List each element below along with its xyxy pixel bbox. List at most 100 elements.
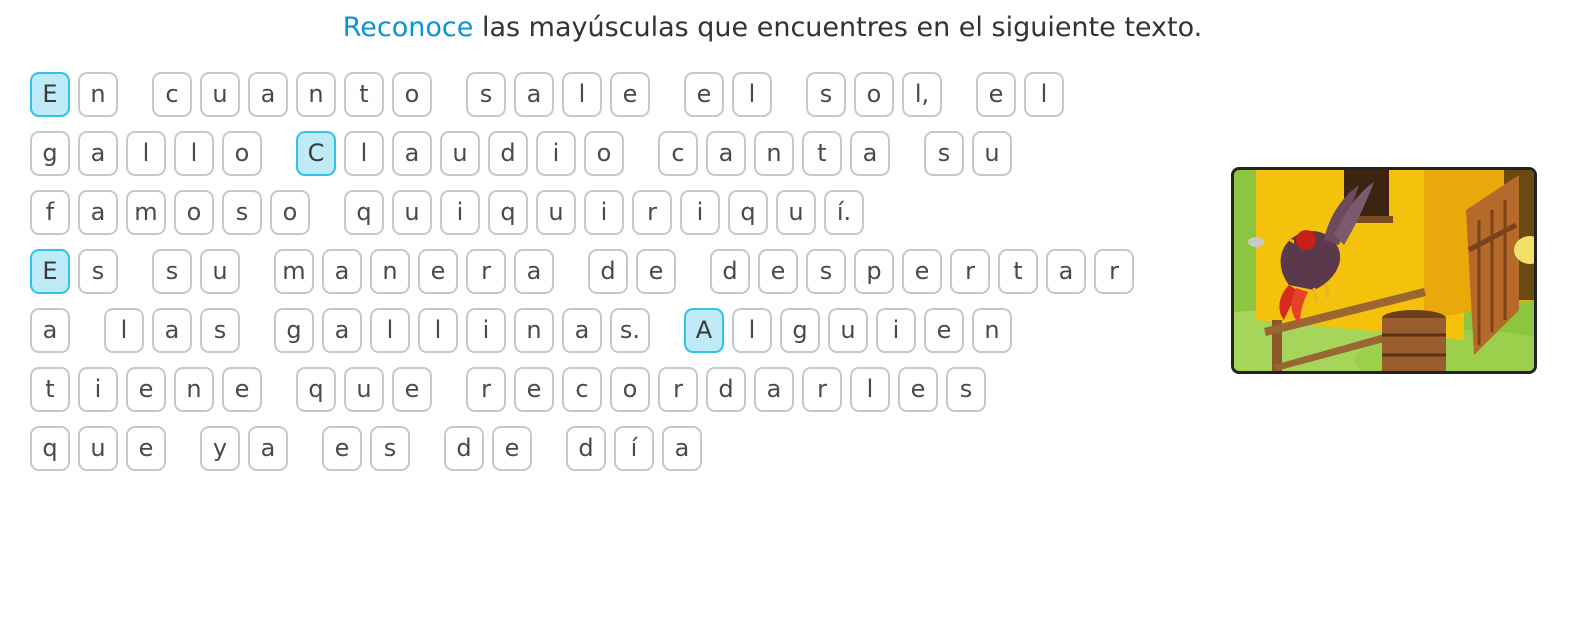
letter-tile[interactable]: u (200, 249, 240, 294)
letter-tile[interactable]: l (850, 367, 890, 412)
letter-tile[interactable]: a (706, 131, 746, 176)
letter-tile[interactable]: e (222, 367, 262, 412)
letter-tile[interactable]: a (78, 131, 118, 176)
letter-tile[interactable]: d (588, 249, 628, 294)
letter-tile[interactable]: e (924, 308, 964, 353)
letter-tile[interactable]: l (732, 308, 772, 353)
letter-tile[interactable]: o (174, 190, 214, 235)
letter-tile[interactable]: e (898, 367, 938, 412)
letter-tile[interactable]: o (270, 190, 310, 235)
letter-tile[interactable]: s (200, 308, 240, 353)
letter-tile[interactable]: q (344, 190, 384, 235)
letter-tile[interactable]: r (1094, 249, 1134, 294)
letter-tile[interactable]: s (466, 72, 506, 117)
letter-tile[interactable]: n (370, 249, 410, 294)
letter-tile[interactable]: a (322, 249, 362, 294)
letter-tile[interactable]: l, (902, 72, 942, 117)
letter-tile[interactable]: d (706, 367, 746, 412)
letter-tile[interactable]: l (104, 308, 144, 353)
letter-tile[interactable]: l (732, 72, 772, 117)
letter-tile[interactable]: s (78, 249, 118, 294)
letter-tile[interactable]: d (566, 426, 606, 471)
letter-tile[interactable]: o (584, 131, 624, 176)
letter-tile[interactable]: e (514, 367, 554, 412)
letter-tile[interactable]: o (610, 367, 650, 412)
letter-tile[interactable]: l (174, 131, 214, 176)
letter-tile[interactable]: q (488, 190, 528, 235)
letter-tile[interactable]: n (514, 308, 554, 353)
letter-tile[interactable]: u (78, 426, 118, 471)
letter-tile[interactable]: e (684, 72, 724, 117)
letter-tile[interactable]: í. (824, 190, 864, 235)
letter-tile[interactable]: y (200, 426, 240, 471)
letter-tile[interactable]: l (562, 72, 602, 117)
letter-tile[interactable]: a (248, 72, 288, 117)
letter-tile[interactable]: c (658, 131, 698, 176)
letter-tile[interactable]: t (344, 72, 384, 117)
letter-tile[interactable]: l (418, 308, 458, 353)
letter-tile[interactable]: g (274, 308, 314, 353)
letter-tile-selected[interactable]: E (30, 249, 70, 294)
letter-tile[interactable]: i (536, 131, 576, 176)
letter-tile[interactable]: a (392, 131, 432, 176)
letter-tile[interactable]: a (850, 131, 890, 176)
letter-tile[interactable]: t (802, 131, 842, 176)
letter-tile-selected[interactable]: E (30, 72, 70, 117)
letter-tile[interactable]: i (876, 308, 916, 353)
letter-tile[interactable]: d (488, 131, 528, 176)
letter-tile[interactable]: i (466, 308, 506, 353)
letter-tile[interactable]: o (392, 72, 432, 117)
letter-tile[interactable]: c (562, 367, 602, 412)
letter-tile[interactable]: r (658, 367, 698, 412)
letter-tile[interactable]: r (802, 367, 842, 412)
letter-tile[interactable]: n (972, 308, 1012, 353)
letter-tile[interactable]: r (466, 367, 506, 412)
letter-tile[interactable]: f (30, 190, 70, 235)
letter-tile[interactable]: s (806, 249, 846, 294)
letter-tile[interactable]: l (1024, 72, 1064, 117)
letter-tile[interactable]: s (222, 190, 262, 235)
letter-tile[interactable]: i (680, 190, 720, 235)
letter-tile[interactable]: r (632, 190, 672, 235)
letter-tile[interactable]: e (902, 249, 942, 294)
letter-tile[interactable]: r (950, 249, 990, 294)
letter-tile[interactable]: t (998, 249, 1038, 294)
letter-tile[interactable]: u (972, 131, 1012, 176)
letter-tile[interactable]: o (854, 72, 894, 117)
letter-tile[interactable]: a (30, 308, 70, 353)
letter-tile[interactable]: e (976, 72, 1016, 117)
letter-tile[interactable]: e (492, 426, 532, 471)
letter-tile[interactable]: e (392, 367, 432, 412)
letter-tile[interactable]: u (828, 308, 868, 353)
letter-tile[interactable]: r (466, 249, 506, 294)
letter-tile[interactable]: s (924, 131, 964, 176)
letter-tile[interactable]: a (322, 308, 362, 353)
letter-tile[interactable]: u (440, 131, 480, 176)
letter-tile[interactable]: l (370, 308, 410, 353)
letter-tile[interactable]: í (614, 426, 654, 471)
letter-tile[interactable]: a (562, 308, 602, 353)
letter-tile[interactable]: s. (610, 308, 650, 353)
letter-tile[interactable]: i (440, 190, 480, 235)
letter-tile[interactable]: q (30, 426, 70, 471)
letter-tile[interactable]: e (758, 249, 798, 294)
letter-tile[interactable]: o (222, 131, 262, 176)
letter-tile[interactable]: g (30, 131, 70, 176)
letter-tile[interactable]: t (30, 367, 70, 412)
letter-tile[interactable]: s (806, 72, 846, 117)
letter-tile-selected[interactable]: A (684, 308, 724, 353)
letter-tile[interactable]: m (126, 190, 166, 235)
letter-tile[interactable]: a (248, 426, 288, 471)
letter-tile[interactable]: e (322, 426, 362, 471)
letter-tile[interactable]: a (152, 308, 192, 353)
letter-tile[interactable]: e (610, 72, 650, 117)
letter-tile[interactable]: d (444, 426, 484, 471)
letter-tile[interactable]: s (946, 367, 986, 412)
letter-tile[interactable]: i (584, 190, 624, 235)
letter-tile[interactable]: l (126, 131, 166, 176)
letter-tile[interactable]: s (370, 426, 410, 471)
letter-tile[interactable]: u (344, 367, 384, 412)
letter-tile[interactable]: u (200, 72, 240, 117)
letter-tile[interactable]: a (754, 367, 794, 412)
letter-tile[interactable]: n (296, 72, 336, 117)
